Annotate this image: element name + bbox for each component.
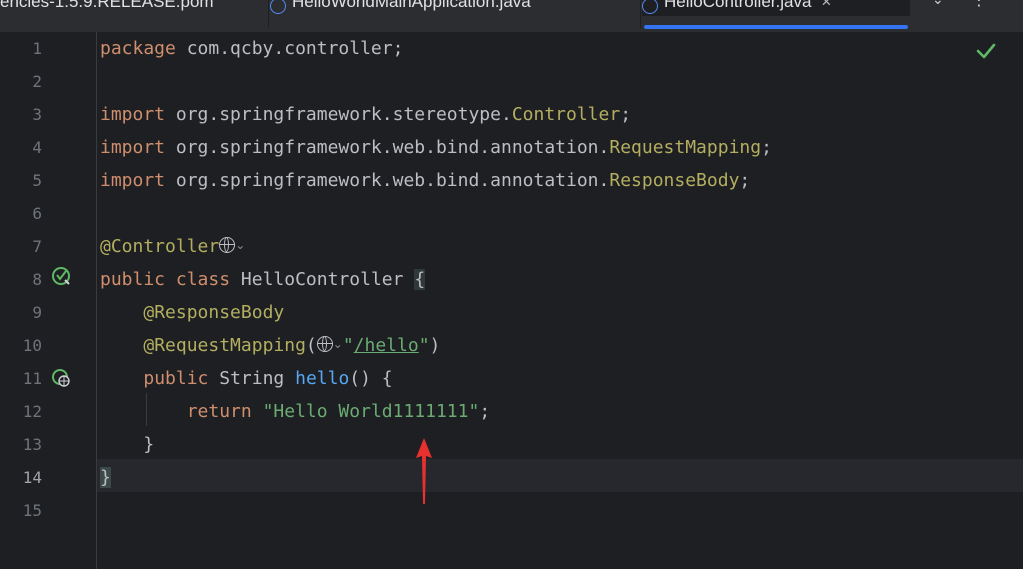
semicolon: ; — [620, 104, 632, 125]
quote: " — [342, 335, 354, 356]
keyword: class — [175, 269, 231, 290]
keyword: import — [100, 137, 166, 158]
chevron-down-icon[interactable]: ⌄ — [333, 328, 343, 361]
class-name: HelloController — [240, 269, 404, 290]
method-signature-rest: () { — [349, 368, 393, 389]
tab-hello-controller[interactable]: HelloController.java × — [642, 0, 910, 16]
method-name: hello — [295, 368, 350, 389]
tab-hello-world-main-application[interactable]: HelloWorldMainApplication.java — [270, 0, 640, 16]
chevron-down-icon[interactable]: ⌄ — [235, 229, 245, 262]
tab-label: HelloWorldMainApplication.java — [292, 0, 531, 11]
globe-icon[interactable] — [316, 336, 333, 352]
line-number-gutter[interactable]: 1 2 3 4 5 6 7 8 9 10 11 12 13 14 15 — [0, 32, 97, 569]
code-line-8[interactable]: public class HelloController { — [100, 263, 426, 296]
code-line-9[interactable]: @ResponseBody — [100, 296, 284, 329]
tab-divider — [640, 0, 641, 28]
keyword: return — [186, 401, 252, 422]
line-number: 4 — [32, 138, 42, 157]
line-number: 6 — [32, 204, 42, 223]
semicolon: ; — [739, 170, 751, 191]
string-literal: "Hello World1111111" — [262, 401, 480, 422]
import-package: org.springframework.stereotype. — [165, 104, 512, 125]
close-brace: } — [100, 467, 111, 488]
code-line-4[interactable]: import org.springframework.web.bind.anno… — [100, 131, 772, 164]
line-number: 13 — [22, 435, 42, 454]
line-number-current: 14 — [22, 468, 42, 487]
line-number: 10 — [22, 336, 42, 355]
import-class: ResponseBody — [609, 170, 740, 191]
tab-list-chevron-icon[interactable]: ⌄ — [932, 0, 944, 8]
tab-divider — [268, 0, 269, 28]
code-line-3[interactable]: import org.springframework.stereotype.Co… — [100, 98, 631, 131]
line-number: 7 — [32, 237, 42, 256]
globe-icon[interactable] — [219, 237, 236, 253]
more-options-icon[interactable]: ⋮ — [971, 0, 987, 9]
return-type: String — [219, 368, 285, 389]
line-number: 15 — [22, 501, 42, 520]
semicolon: ; — [761, 137, 772, 158]
quote: " — [418, 335, 430, 356]
code-line-11[interactable]: public String hello() { — [100, 362, 393, 395]
code-line-5[interactable]: import org.springframework.web.bind.anno… — [100, 164, 750, 197]
spring-bean-icon[interactable] — [51, 266, 71, 286]
code-line-10[interactable]: @RequestMapping(⌄"/hello") — [100, 329, 440, 362]
paren: ) — [429, 335, 441, 356]
keyword: import — [100, 104, 166, 125]
keyword: import — [100, 170, 166, 191]
line-number: 1 — [32, 39, 42, 58]
package-name: com.qcby.controller; — [175, 38, 404, 59]
line-number: 2 — [32, 72, 42, 91]
code-line-12[interactable]: return "Hello World1111111"; — [100, 395, 490, 428]
code-line-13[interactable]: } — [100, 428, 154, 461]
line-number: 11 — [22, 369, 42, 388]
close-brace: } — [143, 434, 155, 455]
check-icon[interactable] — [975, 40, 997, 62]
spring-web-endpoint-icon[interactable] — [51, 368, 71, 388]
code-line-14[interactable]: } — [100, 461, 111, 494]
semicolon: ; — [479, 401, 491, 422]
red-arrow-annotation — [416, 438, 432, 504]
code-line-1[interactable]: package com.qcby.controller; — [100, 32, 403, 65]
line-number: 8 — [32, 270, 42, 289]
endpoint-path-link[interactable]: /hello — [354, 335, 419, 356]
tab-pom[interactable]: encies-1.5.9.RELEASE.pom — [0, 0, 268, 16]
line-number: 12 — [22, 402, 42, 421]
tab-label: encies-1.5.9.RELEASE.pom — [0, 0, 214, 11]
paren: ( — [305, 335, 317, 356]
open-brace: { — [414, 269, 426, 290]
active-tab-indicator — [644, 25, 908, 29]
annotation: @Controller — [100, 236, 220, 257]
code-line-7[interactable]: @Controller ⌄ — [100, 230, 245, 263]
line-number: 9 — [32, 303, 42, 322]
current-line-highlight — [97, 459, 1023, 492]
import-class: RequestMapping — [609, 137, 762, 158]
keyword: public — [143, 368, 209, 389]
import-package: org.springframework.web.bind.annotation. — [165, 170, 610, 191]
close-tab-icon[interactable]: × — [821, 0, 831, 11]
annotation: @ResponseBody — [143, 302, 285, 323]
keyword: public — [100, 269, 166, 290]
import-package: org.springframework.web.bind.annotation. — [165, 137, 610, 158]
java-class-icon — [642, 0, 658, 14]
java-class-icon — [270, 0, 286, 14]
keyword: package — [100, 38, 176, 59]
annotation: @RequestMapping — [143, 335, 306, 356]
tab-label: HelloController.java — [664, 0, 812, 11]
editor-tab-bar: encies-1.5.9.RELEASE.pom HelloWorldMainA… — [0, 0, 1023, 33]
line-number: 3 — [32, 105, 42, 124]
import-class: Controller — [511, 104, 621, 125]
line-number: 5 — [32, 171, 42, 190]
